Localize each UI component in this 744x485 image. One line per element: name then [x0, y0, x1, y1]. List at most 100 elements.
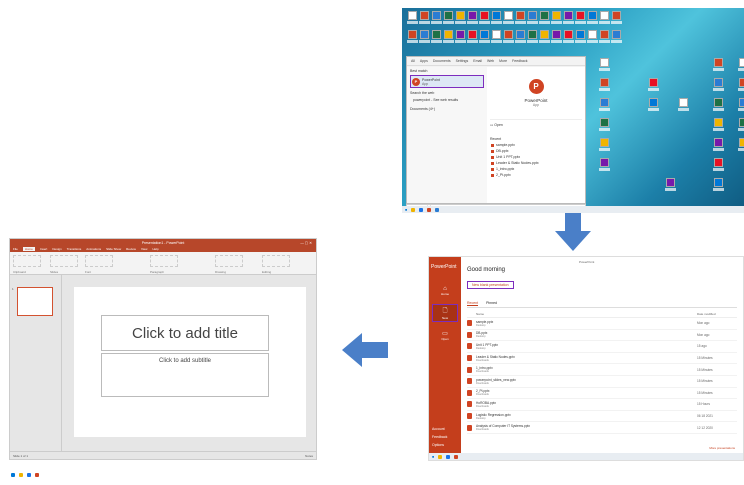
nav-feedback[interactable]: Feedback [432, 435, 447, 439]
desktop-shortcut-icon[interactable] [712, 178, 724, 192]
browser-icon[interactable] [27, 473, 31, 477]
search-web-item[interactable]: powerpoint - See web results [410, 98, 484, 102]
file-row[interactable]: Logistic Regression.pptx Desktop 06 18 202… [467, 411, 737, 423]
desktop-shortcut-icon[interactable] [598, 11, 610, 25]
windows-icon[interactable]: ■ [405, 208, 407, 212]
file-row[interactable]: Leader & Static Nodes.pptx Downloads 15 Mi… [467, 353, 737, 365]
powerpoint-taskbar-icon[interactable] [427, 207, 432, 212]
desktop-shortcut-icon[interactable] [562, 11, 574, 25]
start-tab[interactable]: Web [487, 59, 494, 63]
recent-item[interactable]: sample.pptx [491, 143, 585, 147]
best-match-powerpoint[interactable]: P PowerPoint App [410, 75, 484, 88]
desktop-shortcut-icon[interactable] [574, 30, 586, 44]
ribbon-tab[interactable]: Transitions [67, 247, 82, 251]
ribbon-tab[interactable]: Slide Show [106, 247, 121, 251]
file-row[interactable]: Analysis of Computer IT Systems.pptx Down… [467, 422, 737, 434]
nav-home[interactable]: ⌂ Home [432, 282, 458, 300]
start-tab[interactable]: Settings [456, 59, 469, 63]
start-tab[interactable]: Documents [433, 59, 451, 63]
desktop-shortcut-icon[interactable] [466, 11, 478, 25]
desktop-shortcut-icon[interactable] [418, 11, 430, 25]
status-notes[interactable]: Notes [305, 454, 313, 458]
desktop-shortcut-icon[interactable] [598, 58, 610, 72]
ribbon-controls[interactable] [13, 255, 41, 267]
file-explorer-icon[interactable] [438, 454, 443, 459]
desktop-shortcut-icon[interactable] [454, 30, 466, 44]
word-taskbar-icon[interactable] [435, 207, 440, 212]
title-placeholder[interactable]: Click to add title [101, 315, 269, 351]
powerpoint-taskbar-icon[interactable] [35, 473, 39, 477]
ribbon-tab[interactable]: Insert [40, 247, 48, 251]
desktop-shortcut-icon[interactable] [737, 98, 744, 112]
desktop-shortcut-icon[interactable] [712, 78, 724, 92]
desktop-shortcut-icon[interactable] [562, 30, 574, 44]
ribbon-tab[interactable]: Help [152, 247, 158, 251]
desktop-shortcut-icon[interactable] [538, 30, 550, 44]
subtitle-placeholder[interactable]: Click to add subtitle [101, 353, 269, 397]
tab-recent[interactable]: Recent [467, 301, 479, 306]
desktop-shortcut-icon[interactable] [610, 11, 622, 25]
desktop-shortcut-icon[interactable] [737, 138, 744, 152]
desktop-shortcut-icon[interactable] [598, 98, 610, 112]
desktop-shortcut-icon[interactable] [598, 78, 610, 92]
desktop-shortcut-icon[interactable] [538, 11, 550, 25]
windows-icon[interactable]: ■ [432, 455, 434, 459]
file-row[interactable]: DB.pptx Desktop Mon ago [467, 330, 737, 342]
desktop-shortcut-icon[interactable] [598, 158, 610, 172]
ribbon-tab[interactable]: File [13, 247, 18, 251]
desktop-shortcut-icon[interactable] [598, 118, 610, 132]
desktop-shortcut-icon[interactable] [418, 30, 430, 44]
desktop-shortcut-icon[interactable] [610, 30, 622, 44]
slide-thumbnail-1[interactable] [17, 287, 53, 316]
nav-open[interactable]: ▭ Open [432, 326, 458, 344]
ribbon-controls[interactable] [150, 255, 178, 267]
start-tab[interactable]: Apps [420, 59, 428, 63]
file-row[interactable]: 2_Pt.pptx Downloads 15 Minutes [467, 388, 737, 400]
recent-item[interactable]: Leader & Static Nodes.pptx [491, 161, 585, 165]
window-controls[interactable]: — ▢ ✕ [300, 241, 312, 245]
desktop-shortcut-icon[interactable] [514, 11, 526, 25]
ribbon-controls[interactable] [262, 255, 290, 267]
desktop-shortcut-icon[interactable] [647, 98, 659, 112]
desktop-shortcut-icon[interactable] [526, 11, 538, 25]
desktop-shortcut-icon[interactable] [514, 30, 526, 44]
file-row[interactable]: powerpoint_slides_new.pptx Downloads 15 Mi… [467, 376, 737, 388]
powerpoint-taskbar-icon[interactable] [454, 454, 459, 459]
desktop-shortcut-icon[interactable] [550, 30, 562, 44]
recent-item[interactable]: DB.pptx [491, 149, 585, 153]
desktop-shortcut-icon[interactable] [712, 158, 724, 172]
desktop-shortcut-icon[interactable] [454, 11, 466, 25]
desktop-shortcut-icon[interactable] [406, 11, 418, 25]
desktop-shortcut-icon[interactable] [574, 11, 586, 25]
desktop-shortcut-icon[interactable] [712, 98, 724, 112]
tab-pinned[interactable]: Pinned [486, 301, 497, 306]
ribbon-tab[interactable]: Design [52, 247, 61, 251]
new-blank-presentation-button[interactable]: New blank presentation [467, 281, 514, 289]
desktop-shortcut-icon[interactable] [586, 30, 598, 44]
desktop-shortcut-icon[interactable] [598, 138, 610, 152]
ribbon-controls[interactable] [215, 255, 243, 267]
file-explorer-icon[interactable] [19, 473, 23, 477]
open-action[interactable]: ▭ Open [490, 119, 582, 127]
file-row[interactable]: Unit 1 PPT.pptx Desktop 15 ago [467, 341, 737, 353]
file-explorer-icon[interactable] [411, 207, 416, 212]
ribbon-tab[interactable]: Animations [86, 247, 101, 251]
desktop-shortcut-icon[interactable] [647, 78, 659, 92]
desktop-shortcut-icon[interactable] [586, 11, 598, 25]
start-tab[interactable]: Feedback [512, 59, 527, 63]
ribbon-tab[interactable]: Review [126, 247, 136, 251]
file-row[interactable]: sample.pptx Desktop Mon ago [467, 318, 737, 330]
ribbon-controls[interactable] [50, 255, 78, 267]
desktop-shortcut-icon[interactable] [406, 30, 418, 44]
desktop-shortcut-icon[interactable] [737, 58, 744, 72]
desktop-shortcut-icon[interactable] [430, 30, 442, 44]
desktop-shortcut-icon[interactable] [502, 11, 514, 25]
desktop-shortcut-icon[interactable] [664, 178, 676, 192]
desktop-shortcut-icon[interactable] [598, 30, 610, 44]
browser-icon[interactable] [419, 207, 424, 212]
file-row[interactable]: 1_intro.pptx Downloads 15 Minutes [467, 364, 737, 376]
recent-item[interactable]: 2_Pt.pptx [491, 173, 585, 177]
desktop-shortcut-icon[interactable] [490, 11, 502, 25]
desktop-shortcut-icon[interactable] [502, 30, 514, 44]
nav-options[interactable]: Options [432, 443, 444, 447]
